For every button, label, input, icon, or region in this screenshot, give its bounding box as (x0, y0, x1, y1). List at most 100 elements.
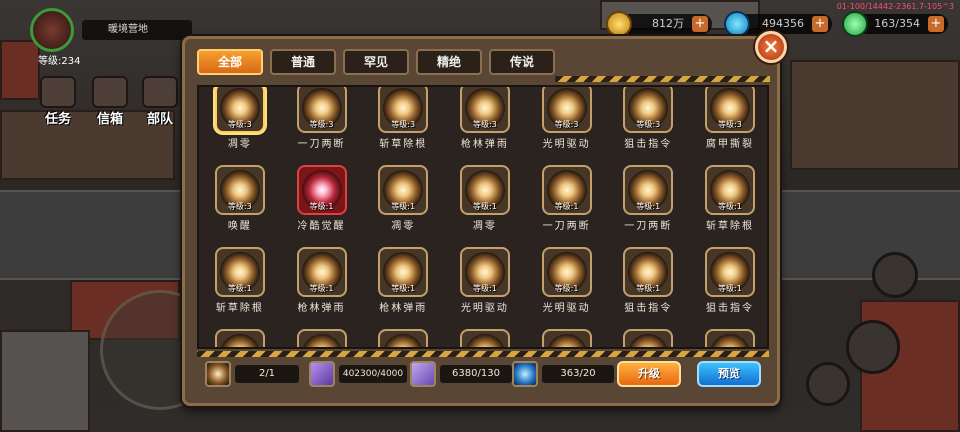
slot-value: 2/1 (235, 365, 299, 383)
skill-card[interactable]: 等级:1 一刀两断 (607, 159, 689, 241)
skill-card[interactable]: 等级:3 唤醒 (199, 159, 281, 241)
skill-name: 唤醒 (227, 221, 252, 232)
skill-level: 等级:3 (473, 120, 497, 129)
skill-level: 等级:3 (554, 120, 579, 129)
material3-value: 363/20 (542, 365, 614, 383)
skill-icon (378, 329, 429, 347)
skill-level: 等级:1 (554, 202, 579, 211)
skill-name: 腐甲撕裂 (705, 139, 754, 150)
skill-card[interactable] (362, 323, 444, 347)
skill-level: 等级:1 (473, 284, 497, 293)
menu-button[interactable] (806, 362, 850, 406)
skill-card[interactable]: 等级:3 斩草除根 (362, 87, 444, 159)
skill-icon (541, 329, 592, 347)
troop-button[interactable]: 部队 (138, 76, 182, 127)
skill-name: 冷酷觉醒 (297, 221, 346, 232)
skill-icon (623, 329, 674, 347)
skill-name: 斩草除根 (215, 303, 264, 314)
skill-name: 狙击指令 (624, 303, 673, 314)
preview-button[interactable]: 预览 (697, 361, 761, 387)
gold-value: 812万 (652, 17, 684, 30)
skill-name: 凋零 (227, 139, 252, 150)
skill-card[interactable]: 等级:3 狙击指令 (607, 87, 689, 159)
skill-name: 斩草除根 (705, 221, 754, 232)
skill-card[interactable]: 等级:1 凋零 (444, 159, 526, 241)
skill-card[interactable]: 等级:1 光明驱动 (526, 241, 608, 323)
upgrade-button[interactable]: 升级 (617, 361, 681, 387)
orb-icon (512, 361, 538, 387)
skill-icon (705, 329, 756, 347)
building (790, 60, 960, 170)
skill-card[interactable]: 等级:1 斩草除根 (689, 159, 767, 241)
skill-glow (465, 334, 506, 347)
tab-2[interactable]: 罕见 (343, 49, 409, 75)
skill-level: 等级:1 (309, 202, 334, 211)
gold-coin-icon (606, 11, 632, 37)
skill-glow (710, 334, 751, 347)
skill-card[interactable]: 等级:1 狙击指令 (689, 241, 767, 323)
skill-card[interactable]: 等级:3 凋零 (199, 87, 281, 159)
skill-card[interactable] (689, 323, 767, 347)
skill-name: 枪林弹雨 (297, 303, 346, 314)
skill-name: 一刀两断 (624, 221, 673, 232)
skill-card[interactable]: 等级:1 冷酷觉醒 (281, 159, 363, 241)
skill-level: 等级:3 (391, 120, 416, 129)
skill-glow (301, 334, 342, 347)
skill-card[interactable]: 等级:1 枪林弹雨 (362, 241, 444, 323)
skill-level: 等级:1 (718, 202, 742, 211)
skill-name: 斩草除根 (379, 139, 428, 150)
building (0, 330, 90, 432)
skill-card[interactable]: 等级:1 斩草除根 (199, 241, 281, 323)
skill-card[interactable] (444, 323, 526, 347)
skill-icon (215, 329, 265, 347)
tab-1[interactable]: 普通 (270, 49, 336, 75)
skill-card[interactable]: 等级:3 一刀两断 (281, 87, 363, 159)
add-gold-button[interactable]: + (692, 16, 708, 32)
skill-card[interactable] (199, 323, 281, 347)
skill-card[interactable]: 等级:1 狙击指令 (607, 241, 689, 323)
skill-card[interactable] (607, 323, 689, 347)
add-gem-button[interactable]: + (812, 16, 828, 32)
skill-card[interactable] (281, 323, 363, 347)
rank-button[interactable] (846, 320, 900, 374)
material2-value: 6380/130 (440, 365, 512, 383)
skill-grid: 等级:3 凋零 等级:3 一刀两断 等级:3 斩草除根 等级:3 枪林弹雨 等级:3 光明驱动 等级… (199, 87, 767, 347)
skill-book-icon (309, 361, 335, 387)
add-energy-button[interactable]: + (928, 16, 944, 32)
rarity-tabs: 全部 普通 罕见 精绝 传说 (197, 49, 555, 75)
skill-card[interactable]: 等级:3 腐甲撕裂 (689, 87, 767, 159)
skill-level: 等级:3 (227, 120, 252, 129)
skill-name: 光明驱动 (460, 303, 509, 314)
world-map-button[interactable] (872, 252, 918, 298)
skill-level: 等级:3 (636, 120, 661, 129)
close-button[interactable]: × (755, 31, 787, 63)
troop-label: 部队 (146, 112, 173, 127)
tab-4[interactable]: 传说 (489, 49, 555, 75)
material1-value: 402300/4000 (339, 365, 407, 383)
skill-name: 狙击指令 (624, 139, 673, 150)
task-button[interactable]: 任务 (36, 76, 80, 127)
tab-3[interactable]: 精绝 (416, 49, 482, 75)
skill-grid-scroll[interactable]: 等级:3 凋零 等级:3 一刀两断 等级:3 斩草除根 等级:3 枪林弹雨 等级:3 光明驱动 等级… (197, 85, 769, 349)
skill-level: 等级:1 (391, 202, 416, 211)
skill-name: 光明驱动 (542, 139, 591, 150)
skill-card[interactable]: 等级:1 光明驱动 (444, 241, 526, 323)
building (0, 40, 40, 100)
energy-counter: 163/354 + (842, 11, 948, 37)
tab-0[interactable]: 全部 (197, 49, 263, 75)
avatar[interactable] (30, 8, 74, 52)
skill-level: 等级:1 (554, 284, 579, 293)
skill-card[interactable]: 等级:3 光明驱动 (526, 87, 608, 159)
skill-level: 等级:1 (718, 284, 742, 293)
skill-name: 枪林弹雨 (460, 139, 509, 150)
mailbox-button[interactable]: 信箱 (88, 76, 132, 127)
skill-card[interactable]: 等级:1 一刀两断 (526, 159, 608, 241)
hazard-stripe-bottom (197, 351, 769, 357)
player-level: 等级:234 (38, 56, 81, 67)
skill-card[interactable] (526, 323, 608, 347)
skill-glow (628, 334, 669, 347)
skill-card[interactable]: 等级:1 凋零 (362, 159, 444, 241)
skill-card[interactable]: 等级:3 枪林弹雨 (444, 87, 526, 159)
skill-card[interactable]: 等级:1 枪林弹雨 (281, 241, 363, 323)
debug-text: 01-100/14442-2361.7-105^3 (836, 2, 954, 11)
